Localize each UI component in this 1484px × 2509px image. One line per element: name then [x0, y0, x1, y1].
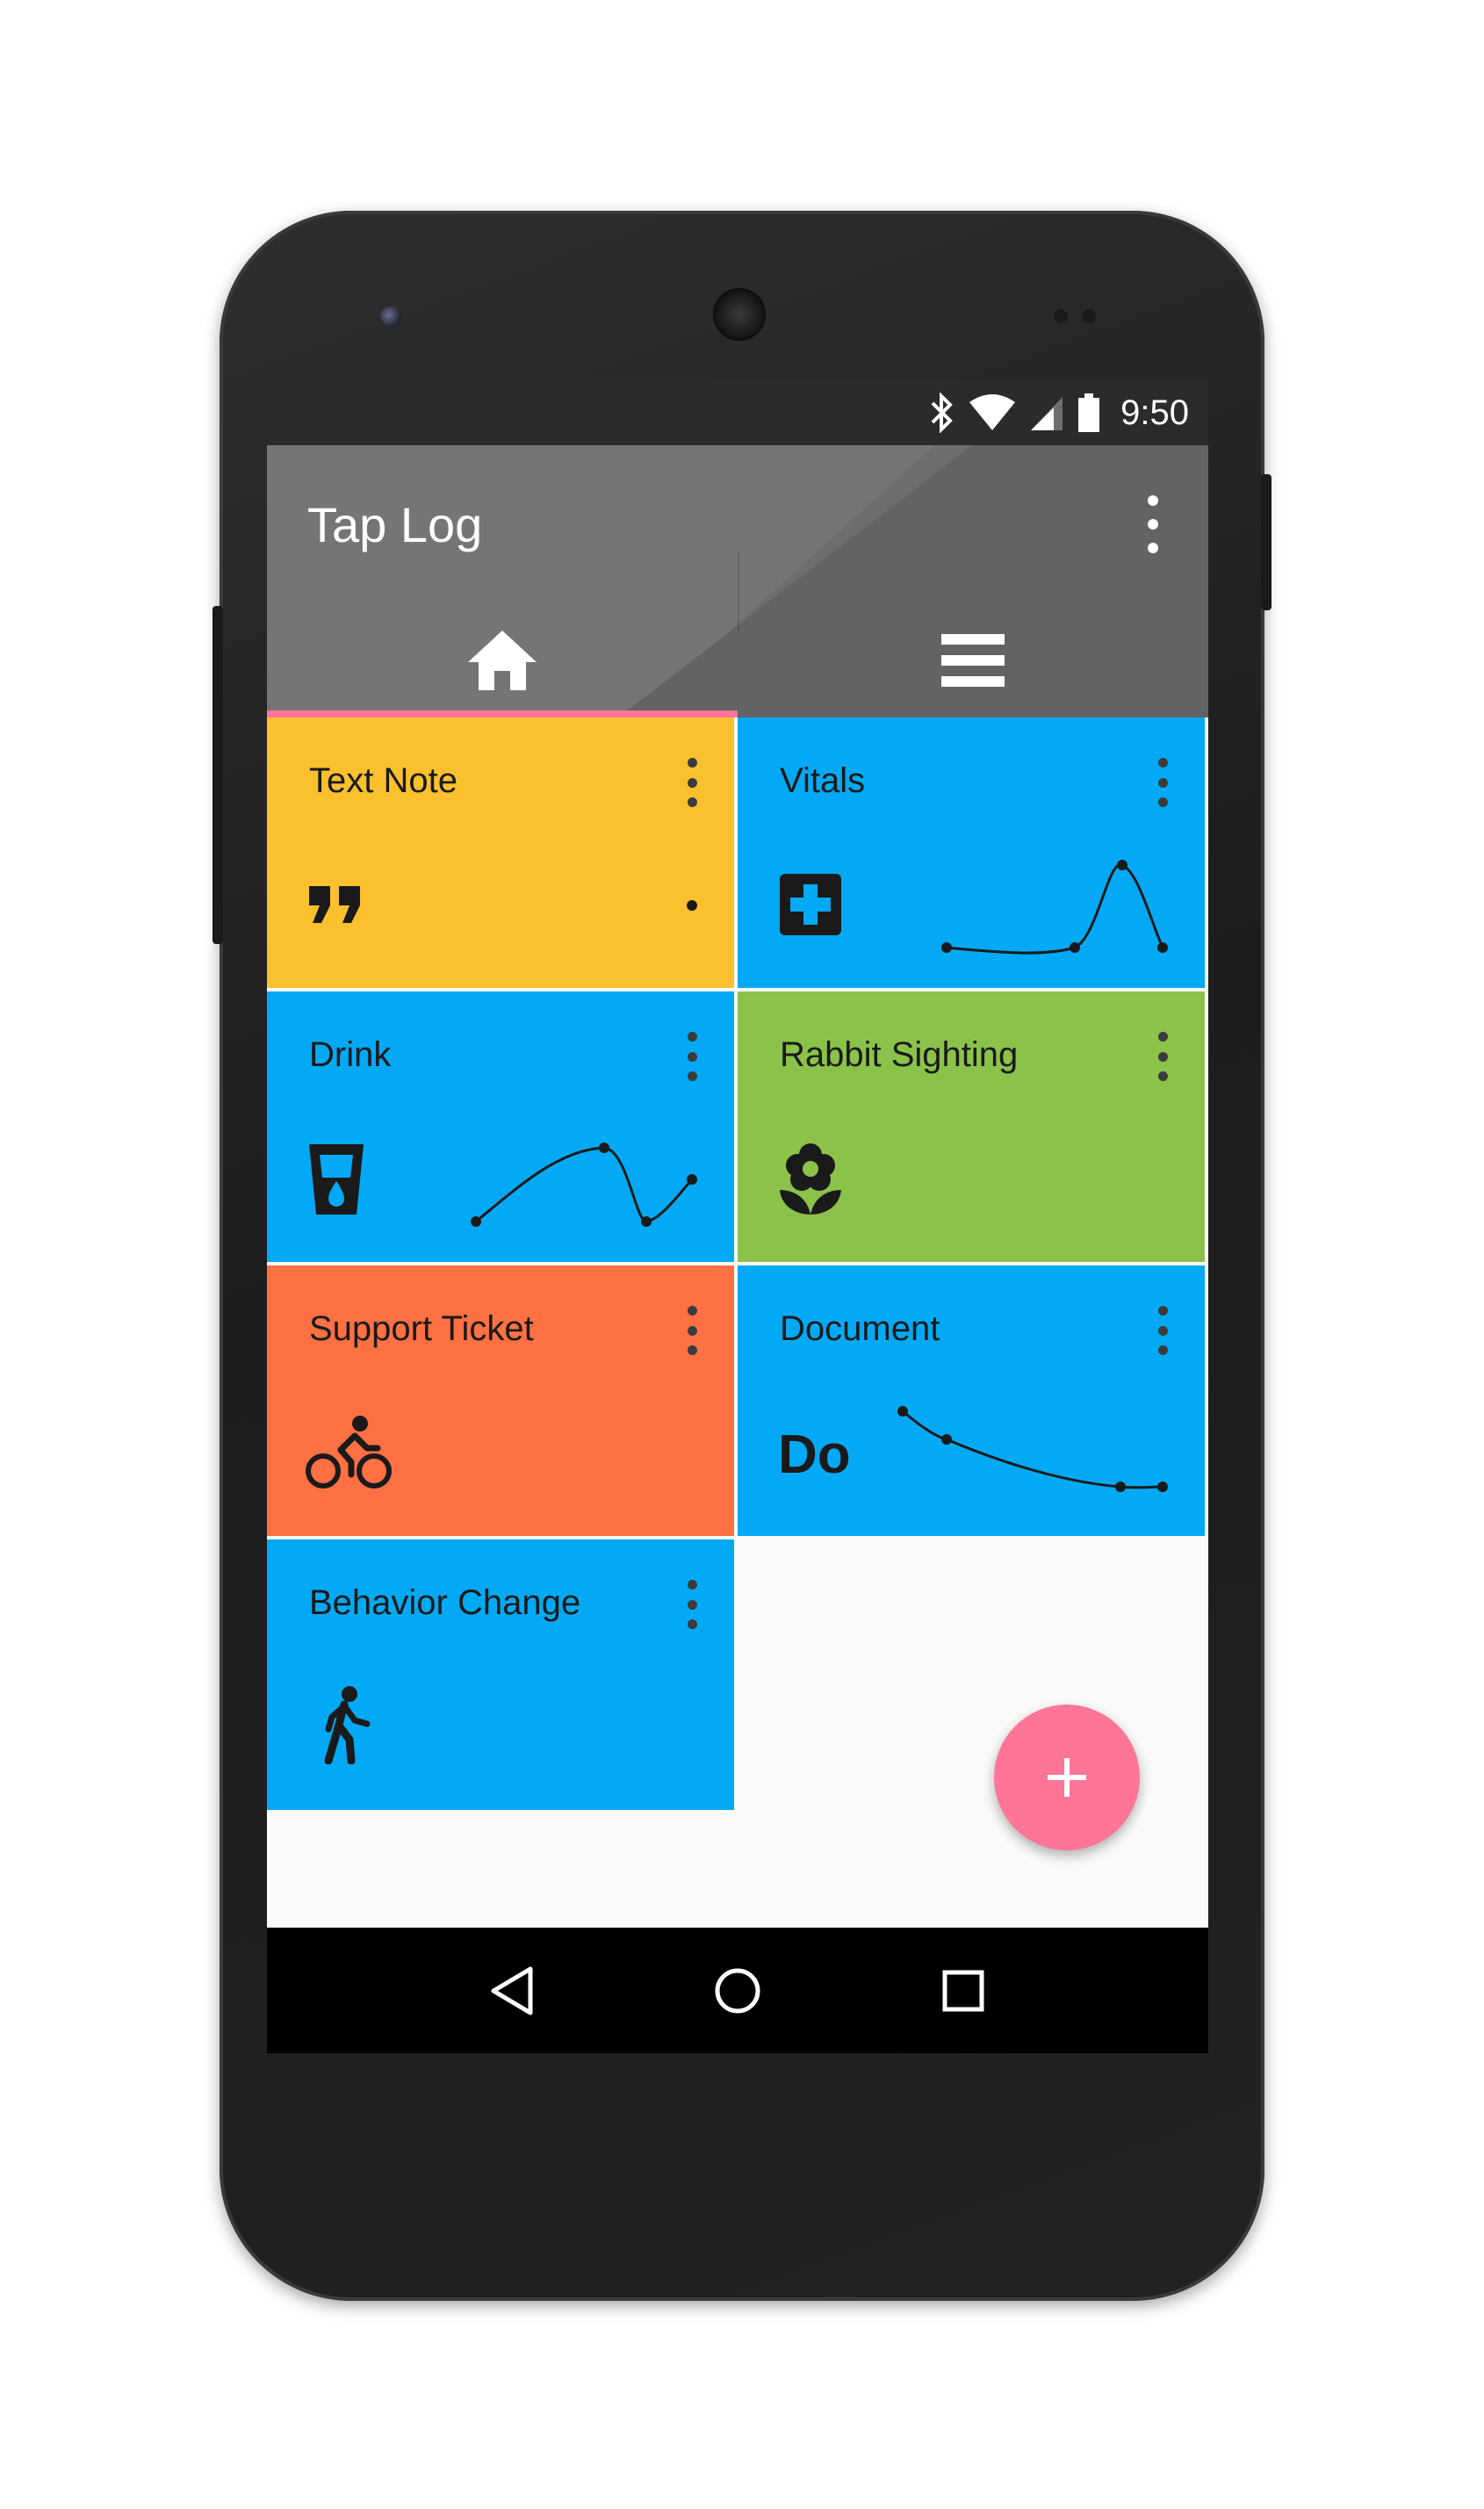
power-button: [1261, 474, 1271, 610]
tile-icon-text: Do: [778, 1424, 851, 1485]
tile-title: Behavior Change: [309, 1583, 581, 1622]
page-title: Tap Log: [307, 497, 483, 552]
tab-divider: [738, 552, 739, 631]
list-icon: [941, 634, 1005, 687]
more-vert-icon[interactable]: [683, 1306, 701, 1355]
more-vert-icon[interactable]: [683, 758, 701, 807]
system-nav-bar: [267, 1928, 1208, 2053]
tile-title: Drink: [309, 1035, 392, 1074]
tile-document[interactable]: Document Do: [738, 1265, 1205, 1536]
bike-icon: [306, 1416, 392, 1489]
wifi-icon: [969, 394, 1016, 430]
sparkline-dot: [687, 900, 697, 911]
cell-signal-icon: [1031, 397, 1063, 430]
sparkline: [897, 1406, 1168, 1492]
home-circle-icon: [715, 1968, 760, 2013]
back-icon: [491, 1966, 533, 2015]
more-vert-icon[interactable]: [1154, 1032, 1171, 1081]
medical-cross-icon: [780, 874, 841, 935]
tile-support-ticket[interactable]: Support Ticket: [267, 1265, 734, 1536]
tile-title: Text Note: [309, 761, 457, 800]
status-time: 9:50: [1120, 393, 1189, 432]
status-bar: 9:50: [267, 380, 1208, 445]
cup-water-icon: [309, 1144, 364, 1215]
tile-behavior-change[interactable]: Behavior Change: [267, 1539, 734, 1810]
battery-icon: [1078, 393, 1100, 432]
tile-title: Vitals: [780, 761, 866, 800]
more-vert-icon[interactable]: [683, 1580, 701, 1629]
walking-person-icon: [324, 1686, 371, 1764]
more-vert-icon[interactable]: [1154, 1306, 1171, 1355]
tile-title: Document: [780, 1309, 940, 1348]
light-sensor: [1082, 309, 1096, 323]
bluetooth-icon: [931, 393, 953, 433]
nav-back-button[interactable]: [477, 1956, 547, 2026]
tile-title: Rabbit Sighting: [780, 1035, 1019, 1074]
screen: 9:50 Tap Log Text Note Vitals Drink Rabb…: [267, 380, 1208, 2053]
flower-icon: [780, 1143, 841, 1215]
tile-text-note[interactable]: Text Note: [267, 717, 734, 988]
home-icon: [468, 631, 537, 690]
format-quote-icon: [309, 886, 360, 923]
tile-title: Support Ticket: [309, 1309, 534, 1348]
volume-button: [213, 606, 223, 944]
sparkline: [471, 1143, 697, 1227]
tile-drink[interactable]: Drink: [267, 991, 734, 1262]
tab-list[interactable]: [738, 603, 1208, 717]
more-vert-icon[interactable]: [683, 1032, 701, 1081]
add-button[interactable]: [994, 1705, 1140, 1850]
plus-icon: [1048, 1758, 1086, 1797]
recents-icon: [942, 1970, 984, 2011]
tab-indicator: [267, 710, 738, 717]
front-camera: [380, 306, 401, 328]
tile-rabbit-sighting[interactable]: Rabbit Sighting: [738, 991, 1205, 1262]
nav-home-button[interactable]: [702, 1956, 773, 2026]
tab-home[interactable]: [267, 603, 738, 717]
sparkline: [941, 860, 1168, 955]
tile-vitals[interactable]: Vitals: [738, 717, 1205, 988]
more-vert-icon[interactable]: [1140, 489, 1166, 559]
proximity-sensor: [1054, 309, 1068, 323]
nav-recents-button[interactable]: [928, 1956, 998, 2026]
earpiece-speaker: [713, 288, 766, 341]
more-vert-icon[interactable]: [1154, 758, 1171, 807]
